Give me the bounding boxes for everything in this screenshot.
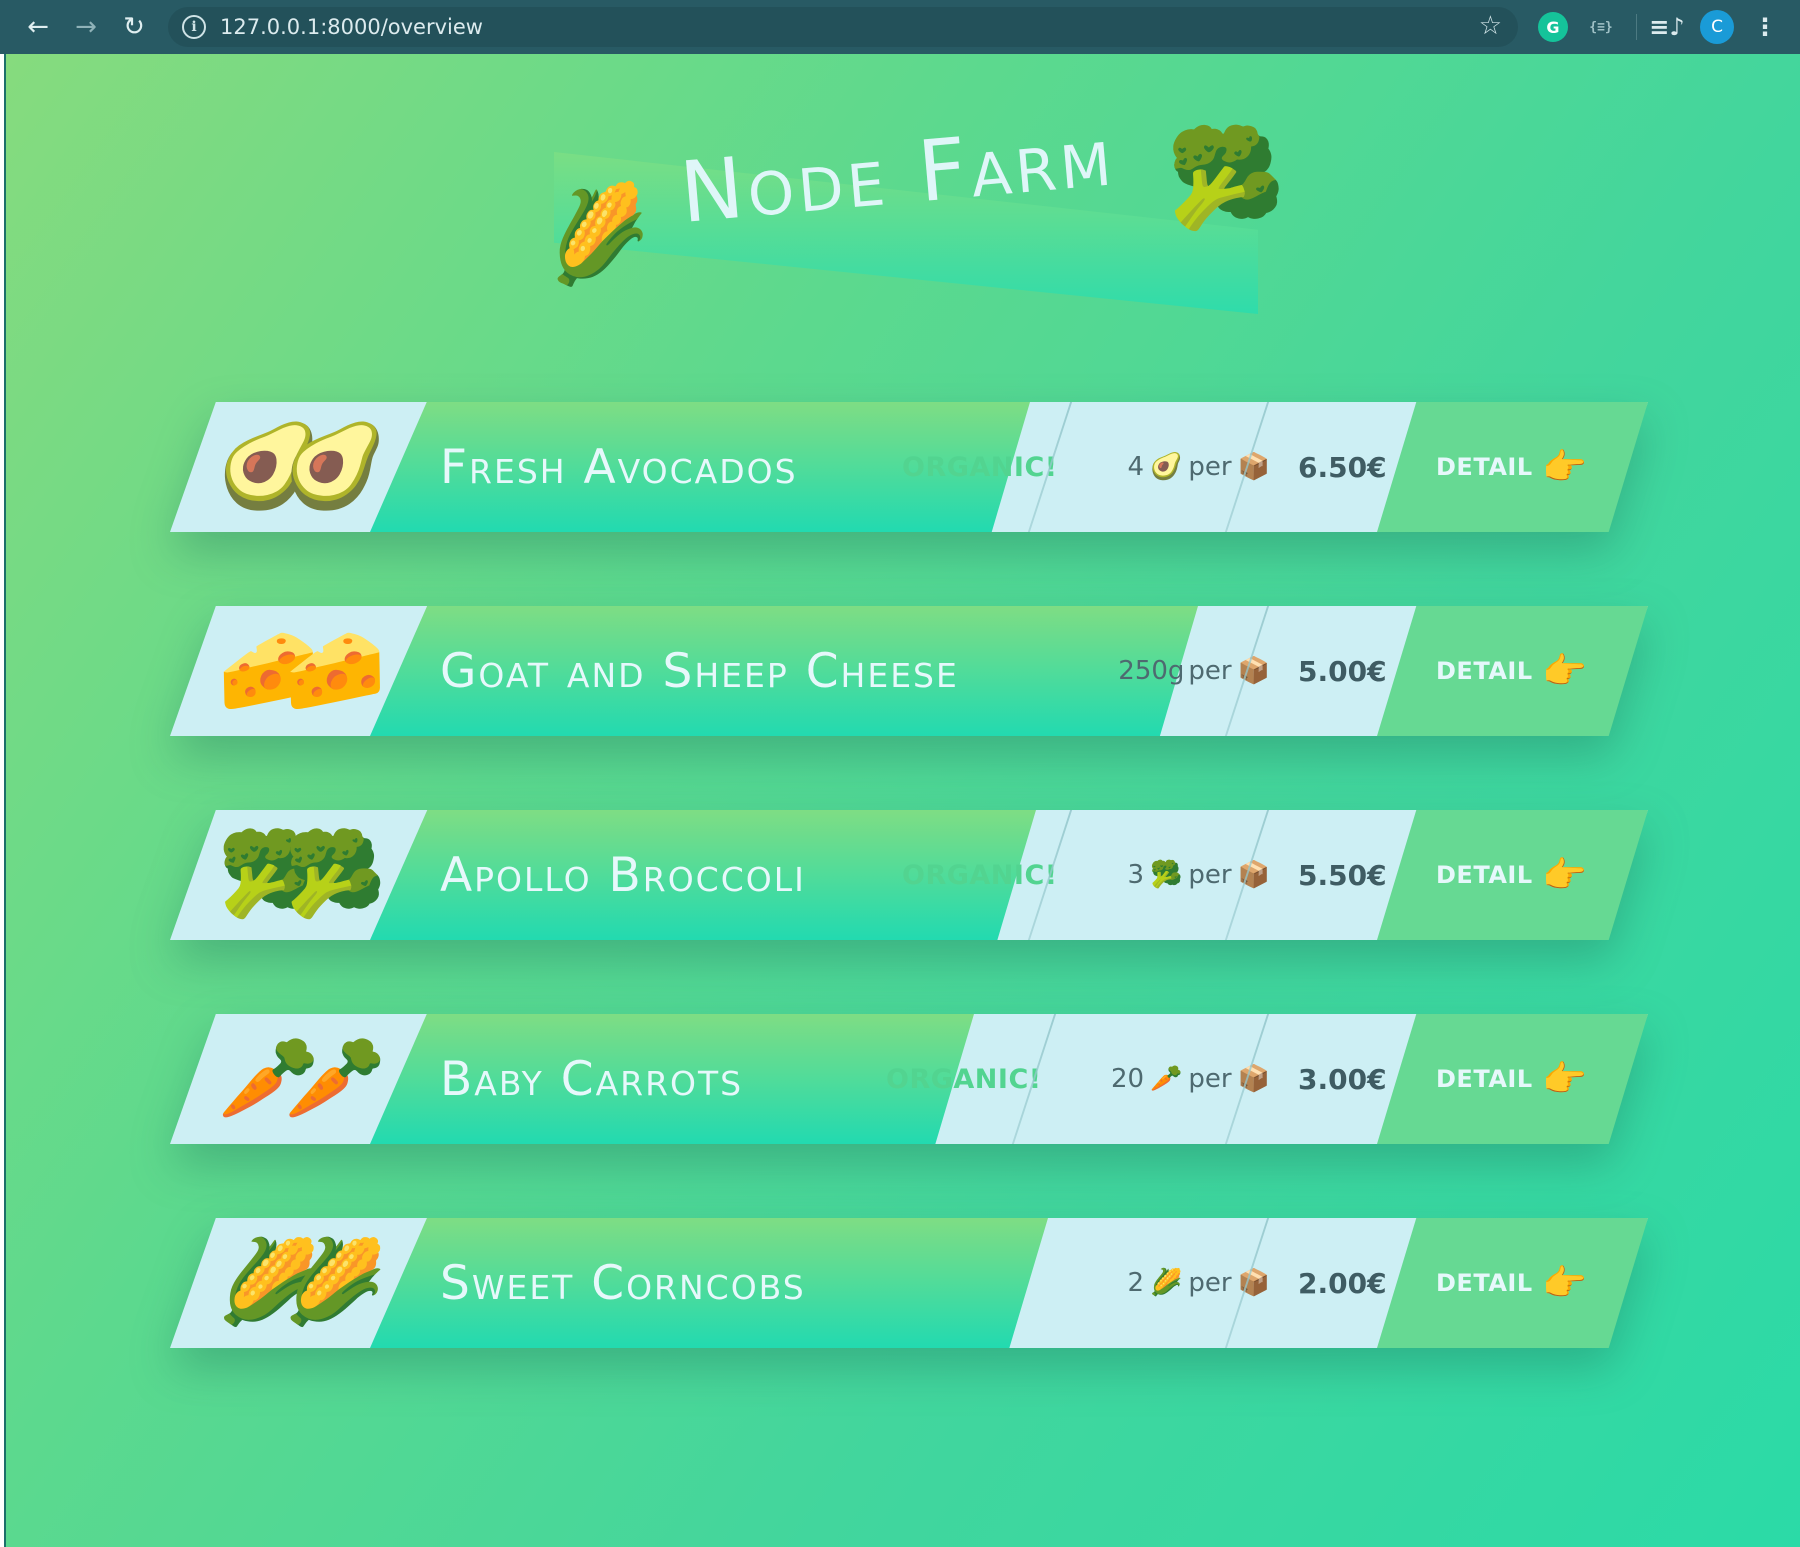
quantity-amount: 3 bbox=[1127, 860, 1145, 890]
product-price: 6.50€ bbox=[1298, 450, 1387, 484]
broccoli-icon: 🥦🥦 bbox=[217, 827, 386, 922]
detail-button[interactable]: DETAIL bbox=[1436, 606, 1533, 736]
product-price: 2.00€ bbox=[1298, 1266, 1387, 1300]
pointing-hand-icon[interactable]: 👉 bbox=[1542, 1218, 1587, 1348]
product-name: Sweet Corncobs bbox=[440, 1255, 806, 1311]
url-text[interactable]: 127.0.0.1:8000/overview bbox=[220, 15, 483, 39]
product-price: 5.50€ bbox=[1298, 858, 1387, 892]
product-name: Baby Carrots bbox=[440, 1051, 744, 1107]
corn-icon: 🌽🌽 bbox=[217, 1235, 386, 1330]
pointing-hand-icon[interactable]: 👉 bbox=[1542, 1014, 1587, 1144]
product-name: Apollo Broccoli bbox=[440, 847, 806, 903]
detail-button[interactable]: DETAIL bbox=[1436, 1218, 1533, 1348]
quantity-per: per bbox=[1188, 656, 1232, 686]
detail-button[interactable]: DETAIL bbox=[1436, 402, 1533, 532]
pointing-hand-icon[interactable]: 👉 bbox=[1542, 606, 1587, 736]
product-quantity: 250g per 📦 bbox=[1066, 606, 1276, 736]
avocado-icon: 🥑 bbox=[1150, 452, 1183, 482]
product-price: 5.00€ bbox=[1298, 654, 1387, 688]
corn-icon: 🌽 bbox=[536, 176, 659, 294]
grammarly-extension-icon[interactable]: G bbox=[1538, 12, 1568, 42]
product-card-fresh-avocados[interactable]: 🥑🥑 Fresh Avocados ORGANIC! 4 🥑 per 📦 6.5… bbox=[170, 402, 1648, 532]
product-quantity: 3 🥦 per 📦 bbox=[1066, 810, 1276, 940]
product-name: Fresh Avocados bbox=[440, 439, 798, 495]
detail-button[interactable]: DETAIL bbox=[1436, 1014, 1533, 1144]
quantity-per: per bbox=[1188, 1064, 1232, 1094]
avocado-icon: 🥑🥑 bbox=[217, 419, 386, 514]
product-quantity: 2 🌽 per 📦 bbox=[1066, 1218, 1276, 1348]
product-card-apollo-broccoli[interactable]: 🥦🥦 Apollo Broccoli ORGANIC! 3 🥦 per 📦 5.… bbox=[170, 810, 1648, 940]
detail-button[interactable]: DETAIL bbox=[1436, 810, 1533, 940]
pointing-hand-icon[interactable]: 👉 bbox=[1542, 402, 1587, 532]
quantity-per: per bbox=[1188, 1268, 1232, 1298]
product-name: Goat and Sheep Cheese bbox=[440, 643, 959, 699]
quantity-amount: 250g bbox=[1118, 656, 1185, 686]
quantity-per: per bbox=[1188, 860, 1232, 890]
back-arrow-icon[interactable]: ← bbox=[14, 3, 62, 51]
reload-icon[interactable]: ↻ bbox=[110, 3, 158, 51]
quantity-amount: 2 bbox=[1127, 1268, 1145, 1298]
product-quantity: 4 🥑 per 📦 bbox=[1066, 402, 1276, 532]
quantity-per: per bbox=[1188, 452, 1232, 482]
product-card-sweet-corncobs[interactable]: 🌽🌽 Sweet Corncobs 2 🌽 per 📦 2.00€ DETAIL… bbox=[170, 1218, 1648, 1348]
forward-arrow-icon[interactable]: → bbox=[62, 3, 110, 51]
browser-toolbar: ← → ↻ i 127.0.0.1:8000/overview ☆ G {≡} … bbox=[0, 0, 1800, 54]
browser-menu-icon[interactable]: ⋮ bbox=[1750, 12, 1780, 42]
corn-icon: 🌽 bbox=[1150, 1268, 1183, 1298]
profile-avatar[interactable]: C bbox=[1700, 10, 1734, 44]
toolbar-separator bbox=[1636, 14, 1637, 40]
page-content: 🌽 Node Farm 🥦 🥑🥑 Fresh Avocados ORGANIC!… bbox=[4, 54, 1800, 1547]
bookmark-star-icon[interactable]: ☆ bbox=[1479, 11, 1502, 41]
carrot-icon: 🥕 bbox=[1150, 1064, 1183, 1094]
broccoli-icon: 🥦 bbox=[1150, 860, 1183, 890]
carrot-icon: 🥕🥕 bbox=[217, 1031, 386, 1126]
media-queue-icon[interactable]: ≡♪ bbox=[1649, 12, 1684, 42]
site-info-icon[interactable]: i bbox=[182, 15, 206, 39]
product-quantity: 20 🥕 per 📦 bbox=[1050, 1014, 1276, 1144]
product-card-baby-carrots[interactable]: 🥕🥕 Baby Carrots ORGANIC! 20 🥕 per 📦 3.00… bbox=[170, 1014, 1648, 1144]
json-extension-icon[interactable]: {≡} bbox=[1586, 12, 1616, 42]
broccoli-icon: 🥦 bbox=[1166, 122, 1286, 234]
quantity-amount: 4 bbox=[1127, 452, 1145, 482]
product-card-goat-and-sheep-cheese[interactable]: 🧀🧀 Goat and Sheep Cheese 250g per 📦 5.00… bbox=[170, 606, 1648, 736]
pointing-hand-icon[interactable]: 👉 bbox=[1542, 810, 1587, 940]
product-price: 3.00€ bbox=[1298, 1062, 1387, 1096]
address-bar[interactable]: i 127.0.0.1:8000/overview ☆ bbox=[168, 7, 1518, 47]
cheese-icon: 🧀🧀 bbox=[217, 623, 386, 718]
quantity-amount: 20 bbox=[1110, 1064, 1145, 1094]
